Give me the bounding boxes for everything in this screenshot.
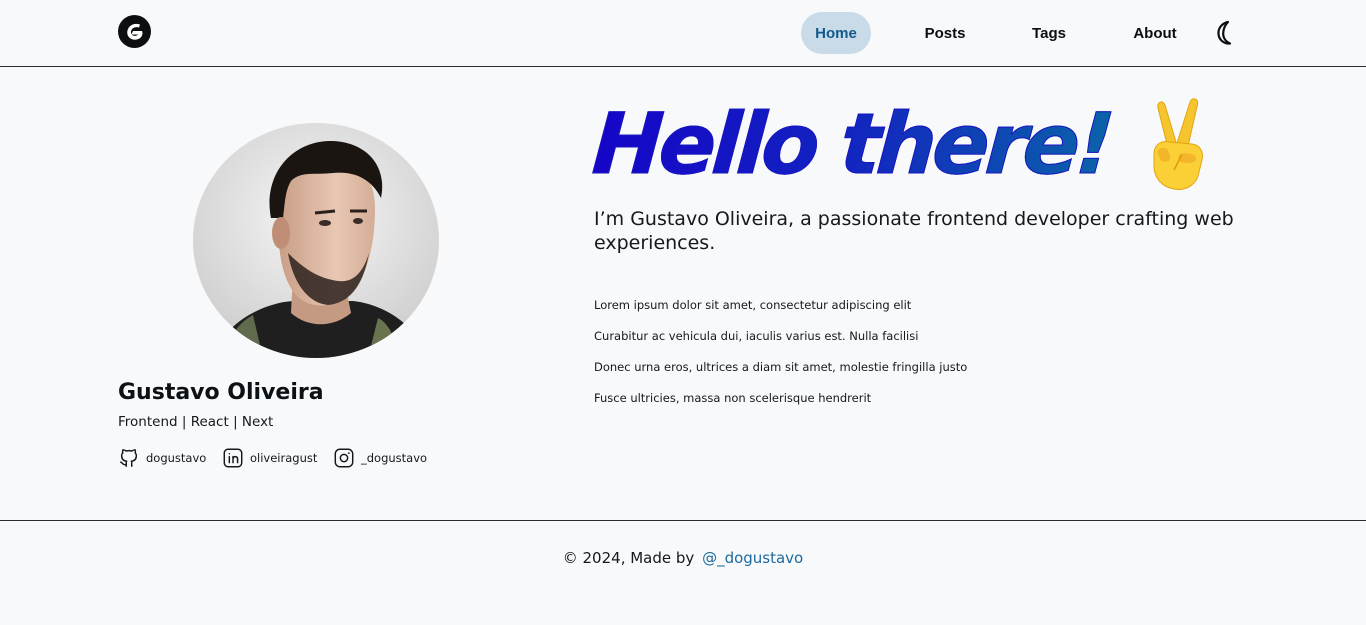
bio-line: Fusce ultricies, massa non scelerisque h…	[594, 391, 872, 405]
site-footer: © 2024, Made by @_dogustavo	[0, 520, 1366, 625]
site-header: Home Posts Tags About	[0, 0, 1366, 67]
github-link[interactable]: dogustavo	[118, 446, 206, 470]
footer-copyright: © 2024, Made by	[562, 549, 695, 567]
github-label: dogustavo	[146, 451, 207, 465]
profile-avatar	[193, 123, 439, 358]
theme-toggle-button[interactable]	[1212, 19, 1240, 47]
profile-tagline: Frontend | React | Next	[118, 414, 274, 430]
profile-name: Gustavo Oliveira	[118, 380, 324, 405]
instagram-label: _dogustavo	[361, 451, 428, 465]
bio-list: Lorem ipsum dolor sit amet, consectetur …	[594, 298, 967, 422]
nav-about-link[interactable]: About	[1124, 12, 1186, 54]
hero-title-text: Hello there!	[589, 95, 1114, 194]
site-logo-icon[interactable]	[118, 15, 151, 48]
hero-title: Hello there!	[589, 94, 1214, 194]
bio-line: Lorem ipsum dolor sit amet, consectetur …	[594, 298, 912, 312]
victory-hand-icon	[1153, 98, 1204, 190]
bio-line: Donec urna eros, ultrices a diam sit ame…	[594, 360, 968, 374]
footer-author-link[interactable]: @_dogustavo	[702, 549, 803, 567]
hero-subtitle: I’m Gustavo Oliveira, a passionate front…	[594, 208, 1234, 254]
bio-line: Curabitur ac vehicula dui, iaculis variu…	[594, 329, 919, 343]
footer-text: © 2024, Made by @_dogustavo	[0, 549, 1366, 567]
nav-tags-link[interactable]: Tags	[1024, 12, 1074, 54]
portrait-image	[193, 123, 439, 358]
instagram-icon	[334, 448, 354, 468]
github-icon	[120, 449, 138, 467]
instagram-link[interactable]: _dogustavo	[333, 446, 427, 470]
nav-posts-link[interactable]: Posts	[916, 12, 974, 54]
linkedin-icon	[223, 448, 243, 468]
linkedin-label: oliveiragust	[250, 451, 318, 465]
linkedin-link[interactable]: oliveiragust	[222, 446, 317, 470]
nav-home-link[interactable]: Home	[801, 12, 871, 54]
moon-icon	[1217, 20, 1232, 45]
